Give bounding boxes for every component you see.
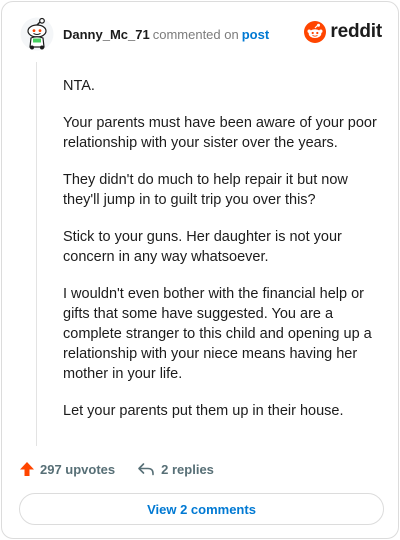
comment-body: NTA. Your parents must have been aware o… [63,76,381,438]
snoo-avatar-icon[interactable] [20,17,54,51]
view-comments-button[interactable]: View 2 comments [19,493,384,525]
action-text: commented on [152,27,239,42]
comment-meta: Danny_Mc_71 commented on post [63,27,269,43]
upvote-arrow-icon [20,462,34,476]
reddit-logo-icon [304,21,327,43]
comment-footer: 297 upvotes 2 replies [19,459,214,479]
comment-card: Danny_Mc_71 commented on post reddit NTA. … [1,1,399,539]
replies-button[interactable]: 2 replies [137,462,214,477]
reddit-brand[interactable]: reddit [304,21,382,43]
username[interactable]: Danny_Mc_71 [63,27,150,42]
upvote-button[interactable]: 297 upvotes [19,461,115,477]
comment-paragraph: I wouldn't even bother with the financia… [63,286,372,382]
post-link[interactable]: post [242,27,269,42]
replies-count: 2 replies [161,461,214,477]
comment-paragraph: NTA. [63,78,95,94]
comment-header: Danny_Mc_71 commented on post reddit [2,2,398,64]
reply-arrow-icon [138,463,154,476]
comment-paragraph: Let your parents put them up in their ho… [63,403,344,419]
thread-line[interactable] [36,62,37,446]
comment-paragraph: Your parents must have been aware of you… [63,115,377,151]
comment-paragraph: They didn't do much to help repair it bu… [63,172,348,208]
upvote-count: 297 upvotes [40,461,116,477]
brand-name: reddit [330,21,382,42]
comment-paragraph: Stick to your guns. Her daughter is not … [63,229,342,265]
